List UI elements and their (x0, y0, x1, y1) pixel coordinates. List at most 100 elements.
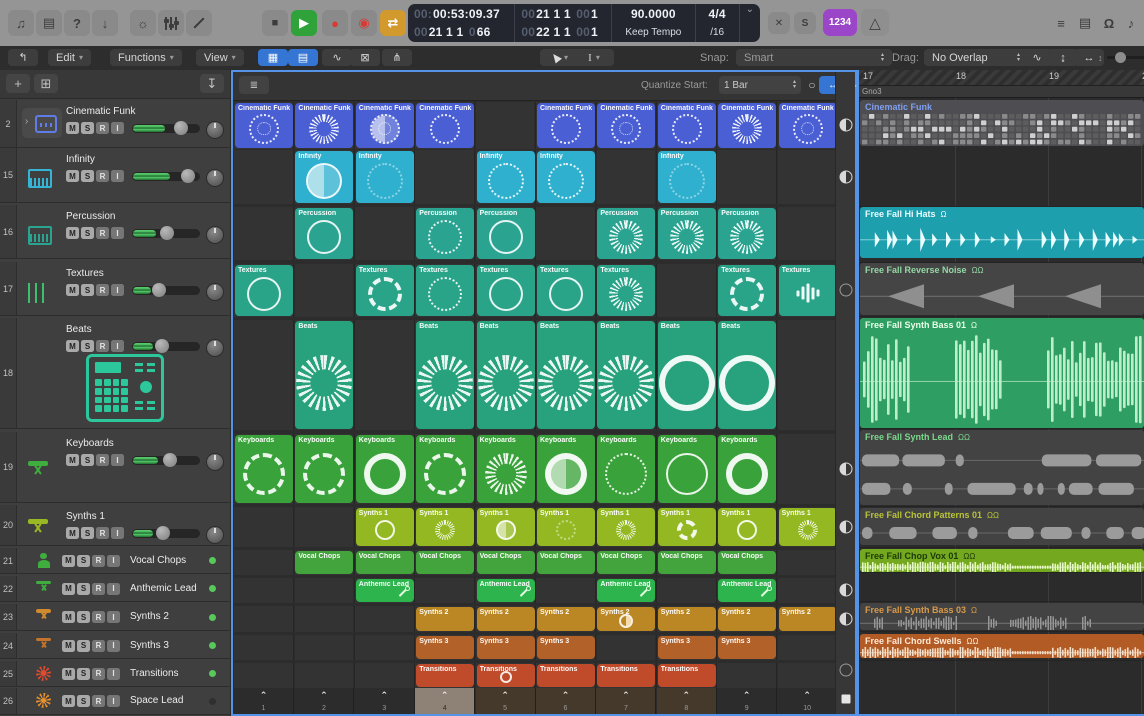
loop-cell-anthemic-lead-col3[interactable]: Anthemic Lead (356, 579, 414, 602)
loop-cell-infinity-col2[interactable]: Infinity (295, 151, 353, 203)
lcd-display[interactable]: 00:00:53:09.37 0021 1 1 066 0021 1 1 001… (408, 4, 760, 42)
mute-button[interactable]: M (66, 340, 79, 352)
track-header-space-lead[interactable]: 26MSRISpace Lead (0, 688, 230, 715)
input-monitor-button[interactable]: I (111, 284, 124, 296)
tracks-view-toggle[interactable]: ▤ (288, 49, 318, 66)
loop-cell-textures-col10[interactable]: Textures (779, 265, 837, 316)
loop-cell-synths-2-col7[interactable]: Synths 2 (597, 607, 655, 631)
record-enable-button[interactable]: R (96, 170, 109, 182)
row-play-indicator[interactable] (839, 664, 852, 677)
loop-cell-beats-col7[interactable]: Beats (597, 321, 655, 429)
loop-cell-synths-2-col9[interactable]: Synths 2 (718, 607, 776, 631)
row-play-indicator[interactable] (839, 584, 852, 597)
record-enable-button[interactable]: R (96, 527, 109, 539)
loop-cell-keyboards-col8[interactable]: Keyboards (658, 435, 716, 503)
region-free-fall-synth-bass-03[interactable]: Free Fall Synth Bass 03Ω (860, 603, 1144, 630)
loop-cell-textures-col4[interactable]: Textures (416, 265, 474, 316)
record-enable-button[interactable]: R (96, 340, 109, 352)
loop-cell-transitions-col4[interactable]: Transitions (416, 664, 474, 687)
bar-ruler[interactable]: 1718192 (859, 70, 1144, 86)
input-monitor-button[interactable]: I (107, 668, 120, 680)
loop-cell-anthemic-lead-col9[interactable]: Anthemic Lead (718, 579, 776, 602)
lcd-chevron-icon[interactable]: ⌄ (740, 4, 760, 42)
loop-cell-synths-2-col6[interactable]: Synths 2 (537, 607, 595, 631)
split-tool-button[interactable]: ⋔ (382, 49, 412, 66)
stop-button[interactable]: ■ (262, 10, 288, 36)
record-enable-button[interactable]: R (92, 611, 105, 623)
row-play-indicator[interactable] (839, 119, 852, 132)
grid-edit-mode-button[interactable]: ≣ (239, 76, 269, 94)
volume-slider[interactable] (132, 286, 200, 295)
drag-dropdown[interactable]: No Overlap▴▾ (924, 49, 1028, 66)
loop-cell-percussion-col5[interactable]: Percussion (477, 208, 535, 259)
loop-cell-keyboards-col7[interactable]: Keyboards (597, 435, 655, 503)
solo-button[interactable]: S (77, 668, 90, 680)
region-cinematic-funk[interactable]: Cinematic Funk (860, 100, 1144, 146)
record-enable-button[interactable]: R (92, 583, 105, 595)
loop-cell-percussion-col7[interactable]: Percussion (597, 208, 655, 259)
loop-cell-infinity-col6[interactable]: Infinity (537, 151, 595, 203)
scene-trigger-4[interactable]: ⌃4 (415, 688, 475, 714)
track-on-indicator[interactable] (209, 642, 216, 649)
mute-button[interactable]: M (66, 527, 79, 539)
loop-cell-textures-col3[interactable]: Textures (356, 265, 414, 316)
track-header-synths-3[interactable]: 24MSRISynths 3 (0, 633, 230, 659)
mute-button[interactable]: M (66, 284, 79, 296)
quick-help-icon[interactable]: ▤ (36, 10, 62, 36)
track-on-indicator[interactable] (209, 698, 216, 705)
scene-trigger-6[interactable]: ⌃6 (536, 688, 596, 714)
scene-trigger-3[interactable]: ⌃3 (355, 688, 415, 714)
loop-cell-percussion-col8[interactable]: Percussion (658, 208, 716, 259)
loop-cell-infinity-col5[interactable]: Infinity (477, 151, 535, 203)
volume-slider[interactable] (132, 529, 200, 538)
library-icon[interactable]: ♫ (8, 10, 34, 36)
track-disclosure[interactable]: › (22, 108, 62, 138)
loop-cell-percussion-col9[interactable]: Percussion (718, 208, 776, 259)
loop-cell-cinematic-funk-col10[interactable]: Cinematic Funk (779, 103, 837, 148)
scene-trigger-1[interactable]: ⌃1 (234, 688, 294, 714)
loop-cell-synths-1-col9[interactable]: Synths 1 (718, 508, 776, 546)
track-header-cinematic-funk[interactable]: 2Cinematic Funk›MSRI (0, 100, 230, 148)
record-enable-button[interactable]: R (92, 555, 105, 567)
loop-cell-synths-1-col8[interactable]: Synths 1 (658, 508, 716, 546)
record-enable-button[interactable]: R (92, 695, 105, 707)
loop-cell-synths-2-col8[interactable]: Synths 2 (658, 607, 716, 631)
track-header-keyboards[interactable]: 19KeyboardsMSRI (0, 432, 230, 503)
patch-tool-button[interactable]: ∿ (322, 49, 352, 66)
mute-button[interactable]: M (62, 555, 75, 567)
mute-button[interactable]: M (62, 695, 75, 707)
scene-trigger-7[interactable]: ⌃7 (596, 688, 656, 714)
pan-knob[interactable] (206, 121, 224, 139)
row-play-indicator[interactable] (839, 521, 852, 534)
input-monitor-button[interactable]: I (107, 611, 120, 623)
media-browser-icon[interactable]: ♪ (1118, 10, 1144, 36)
loop-cell-keyboards-col3[interactable]: Keyboards (356, 435, 414, 503)
solo-button[interactable]: S (77, 611, 90, 623)
loop-cell-textures-col7[interactable]: Textures (597, 265, 655, 316)
scene-trigger-8[interactable]: ⌃8 (657, 688, 717, 714)
mute-button[interactable]: M (62, 611, 75, 623)
record-enable-button[interactable]: R (96, 454, 109, 466)
solo-button[interactable]: S (77, 695, 90, 707)
smart-tempo-icon[interactable]: ☼ (130, 10, 156, 36)
loop-cell-percussion-col4[interactable]: Percussion (416, 208, 474, 259)
track-header-percussion[interactable]: 16PercussionMSRI (0, 205, 230, 259)
edit-menu[interactable]: Edit▾ (48, 49, 91, 66)
loop-cell-vocal-chops-col2[interactable]: Vocal Chops (295, 551, 353, 574)
input-monitor-button[interactable]: I (107, 583, 120, 595)
region-free-fall-synth-lead[interactable]: Free Fall Synth LeadΩΩ (860, 430, 1144, 505)
track-header-infinity[interactable]: 15InfinityMSRI (0, 148, 230, 203)
loop-cell-cinematic-funk-col1[interactable]: Cinematic Funk (235, 103, 293, 148)
mute-button[interactable]: M (62, 668, 75, 680)
region-free-fall-chop-vox-01[interactable]: Free Fall Chop Vox 01ΩΩ (860, 549, 1144, 572)
input-monitor-button[interactable]: I (111, 122, 124, 134)
loop-cell-keyboards-col6[interactable]: Keyboards (537, 435, 595, 503)
loop-cell-keyboards-col4[interactable]: Keyboards (416, 435, 474, 503)
loop-cell-synths-1-col5[interactable]: Synths 1 (477, 508, 535, 546)
solo-button[interactable]: S (77, 640, 90, 652)
pan-knob[interactable] (206, 453, 224, 471)
loop-cell-synths-3-col4[interactable]: Synths 3 (416, 636, 474, 659)
loop-cell-synths-1-col7[interactable]: Synths 1 (597, 508, 655, 546)
loop-cell-textures-col9[interactable]: Textures (718, 265, 776, 316)
track-header-vocal-chops[interactable]: 21MSRIVocal Chops (0, 548, 230, 574)
